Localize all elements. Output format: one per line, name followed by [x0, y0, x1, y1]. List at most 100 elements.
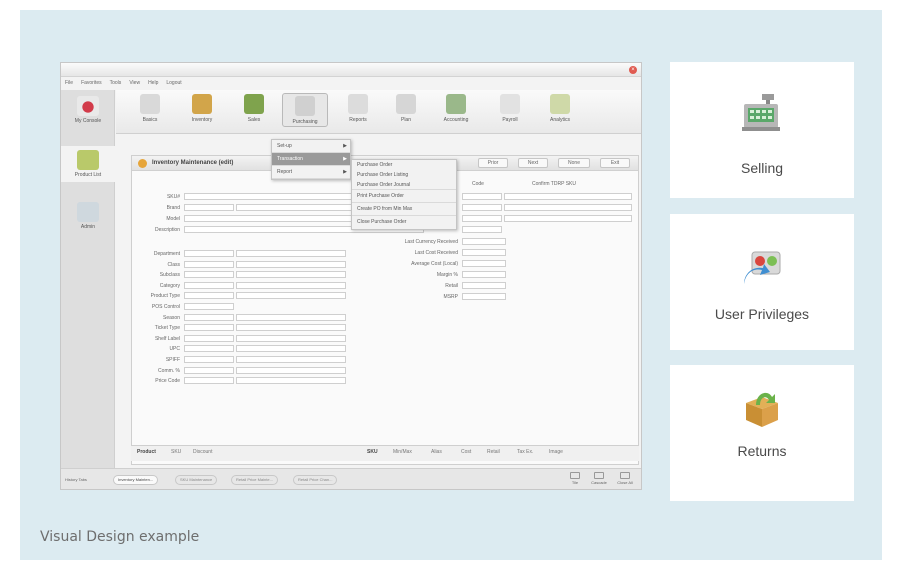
- field-input[interactable]: [184, 292, 234, 300]
- field-input[interactable]: [462, 238, 506, 245]
- field-description[interactable]: [236, 377, 346, 385]
- history-tab[interactable]: Retail Price Mainte...: [231, 475, 278, 485]
- field-description[interactable]: [236, 250, 346, 257]
- code-field[interactable]: [462, 215, 502, 222]
- menu-item-print-po[interactable]: Print Purchase Order: [352, 190, 456, 203]
- field-description[interactable]: [236, 313, 346, 321]
- toolbar-label: Reports: [349, 117, 367, 123]
- exit-button[interactable]: Exit: [600, 158, 630, 168]
- toolbar-purchasing[interactable]: Purchasing: [282, 93, 328, 127]
- field-input[interactable]: [462, 293, 506, 300]
- field-label: Description: [154, 227, 180, 233]
- cascade-button[interactable]: Cascade: [589, 472, 609, 485]
- field-input[interactable]: [184, 303, 234, 310]
- nav-my-console[interactable]: My Console: [61, 96, 115, 124]
- code-field[interactable]: [462, 226, 502, 233]
- history-tab[interactable]: Inventory Mainten...: [113, 475, 159, 485]
- field-input[interactable]: [184, 271, 234, 279]
- tab-tax-ex[interactable]: Tax Ex.: [517, 449, 533, 455]
- field-description[interactable]: [236, 366, 346, 374]
- card-label-user-privileges: User Privileges: [714, 306, 810, 322]
- field-input[interactable]: [184, 260, 234, 268]
- tab-min-max[interactable]: Min/Max: [393, 449, 412, 455]
- menu-favorites[interactable]: Favorites: [81, 78, 102, 89]
- code-field[interactable]: [462, 193, 502, 200]
- field-input[interactable]: [184, 324, 234, 332]
- confirm-sku-field[interactable]: [504, 215, 632, 222]
- field-label: Subclass: [159, 272, 180, 279]
- menu-label: Report: [277, 169, 293, 175]
- field-description[interactable]: [236, 281, 346, 289]
- tab-sku[interactable]: SKU: [171, 449, 181, 455]
- basics-icon: [140, 94, 160, 114]
- menu-item-transaction[interactable]: Transaction ▶: [272, 153, 350, 166]
- none-button[interactable]: None: [558, 158, 590, 168]
- tab-product[interactable]: Product: [137, 449, 156, 455]
- nav-admin[interactable]: Admin: [61, 202, 115, 230]
- cash-register-icon: [742, 94, 780, 131]
- toolbar-label: Accounting: [443, 117, 469, 123]
- close-icon[interactable]: ×: [629, 66, 637, 74]
- field-description[interactable]: [236, 324, 346, 332]
- history-tab[interactable]: Retail Price Chan...: [293, 475, 338, 485]
- menu-item-po-journal[interactable]: Purchase Order Journal: [352, 180, 456, 190]
- tab-image[interactable]: Image: [549, 449, 563, 455]
- field-description[interactable]: [236, 260, 346, 268]
- menu-item-create-po[interactable]: Create PO from Min Max: [352, 203, 456, 216]
- menu-item-po-listing[interactable]: Purchase Order Listing: [352, 170, 456, 180]
- history-tab[interactable]: SKU Maintenance: [175, 475, 218, 485]
- menu-item-purchase-order[interactable]: Purchase Order: [352, 160, 456, 170]
- brand-field[interactable]: [184, 204, 234, 211]
- field-input[interactable]: [184, 345, 234, 353]
- field-input[interactable]: [184, 366, 234, 374]
- toolbar-basics[interactable]: Basics: [130, 94, 170, 123]
- field-label: Last Currency Received: [404, 239, 458, 245]
- next-button[interactable]: Next: [518, 158, 548, 168]
- tile-button[interactable]: Tile: [565, 472, 585, 485]
- menu-bar: File Favorites Tools View Help Logout: [61, 78, 641, 89]
- field-input[interactable]: [184, 377, 234, 385]
- menu-tools[interactable]: Tools: [110, 78, 122, 89]
- field-input[interactable]: [462, 260, 506, 267]
- field-input[interactable]: [184, 334, 234, 342]
- field-input[interactable]: [184, 281, 234, 289]
- toolbar-payroll[interactable]: Payroll: [490, 94, 530, 123]
- field-description[interactable]: [236, 292, 346, 300]
- field-input[interactable]: [462, 282, 506, 289]
- menu-logout[interactable]: Logout: [166, 78, 181, 89]
- nav-product-list[interactable]: Product List: [61, 146, 115, 182]
- toolbar-sales[interactable]: Sales: [234, 94, 274, 123]
- toolbar-analytics[interactable]: Analytics: [540, 94, 580, 123]
- field-input[interactable]: [184, 250, 234, 257]
- tab-sku-right[interactable]: SKU: [367, 449, 378, 455]
- tab-retail[interactable]: Retail: [487, 449, 500, 455]
- toolbar-reports[interactable]: Reports: [338, 94, 378, 123]
- menu-help[interactable]: Help: [148, 78, 158, 89]
- menu-file[interactable]: File: [65, 78, 73, 89]
- field-description[interactable]: [236, 271, 346, 279]
- field-description[interactable]: [236, 334, 346, 342]
- field-input[interactable]: [462, 271, 506, 278]
- menu-item-close-po[interactable]: Close Purchase Order: [352, 216, 456, 229]
- confirm-sku-field[interactable]: [504, 204, 632, 211]
- field-description[interactable]: [236, 345, 346, 353]
- card-selling: Selling: [670, 62, 854, 198]
- tab-alias[interactable]: Alias: [431, 449, 442, 455]
- field-input[interactable]: [462, 249, 506, 256]
- field-input[interactable]: [184, 356, 234, 363]
- toolbar-inventory[interactable]: Inventory: [182, 94, 222, 123]
- field-input[interactable]: [184, 313, 234, 321]
- menu-view[interactable]: View: [129, 78, 140, 89]
- menu-item-setup[interactable]: Set-up ▶: [272, 140, 350, 153]
- toolbar-accounting[interactable]: Accounting: [436, 94, 476, 123]
- toolbar-plan[interactable]: Plan: [386, 94, 426, 123]
- tab-discount[interactable]: Discount: [193, 449, 212, 455]
- confirm-sku-field[interactable]: [504, 193, 632, 200]
- tab-cost[interactable]: Cost: [461, 449, 471, 455]
- field-description[interactable]: [236, 356, 346, 363]
- close-all-button[interactable]: Close All: [615, 472, 635, 485]
- menu-item-report[interactable]: Report ▶: [272, 166, 350, 179]
- prior-button[interactable]: Prior: [478, 158, 508, 168]
- field-label: Product Type: [150, 293, 180, 300]
- code-field[interactable]: [462, 204, 502, 211]
